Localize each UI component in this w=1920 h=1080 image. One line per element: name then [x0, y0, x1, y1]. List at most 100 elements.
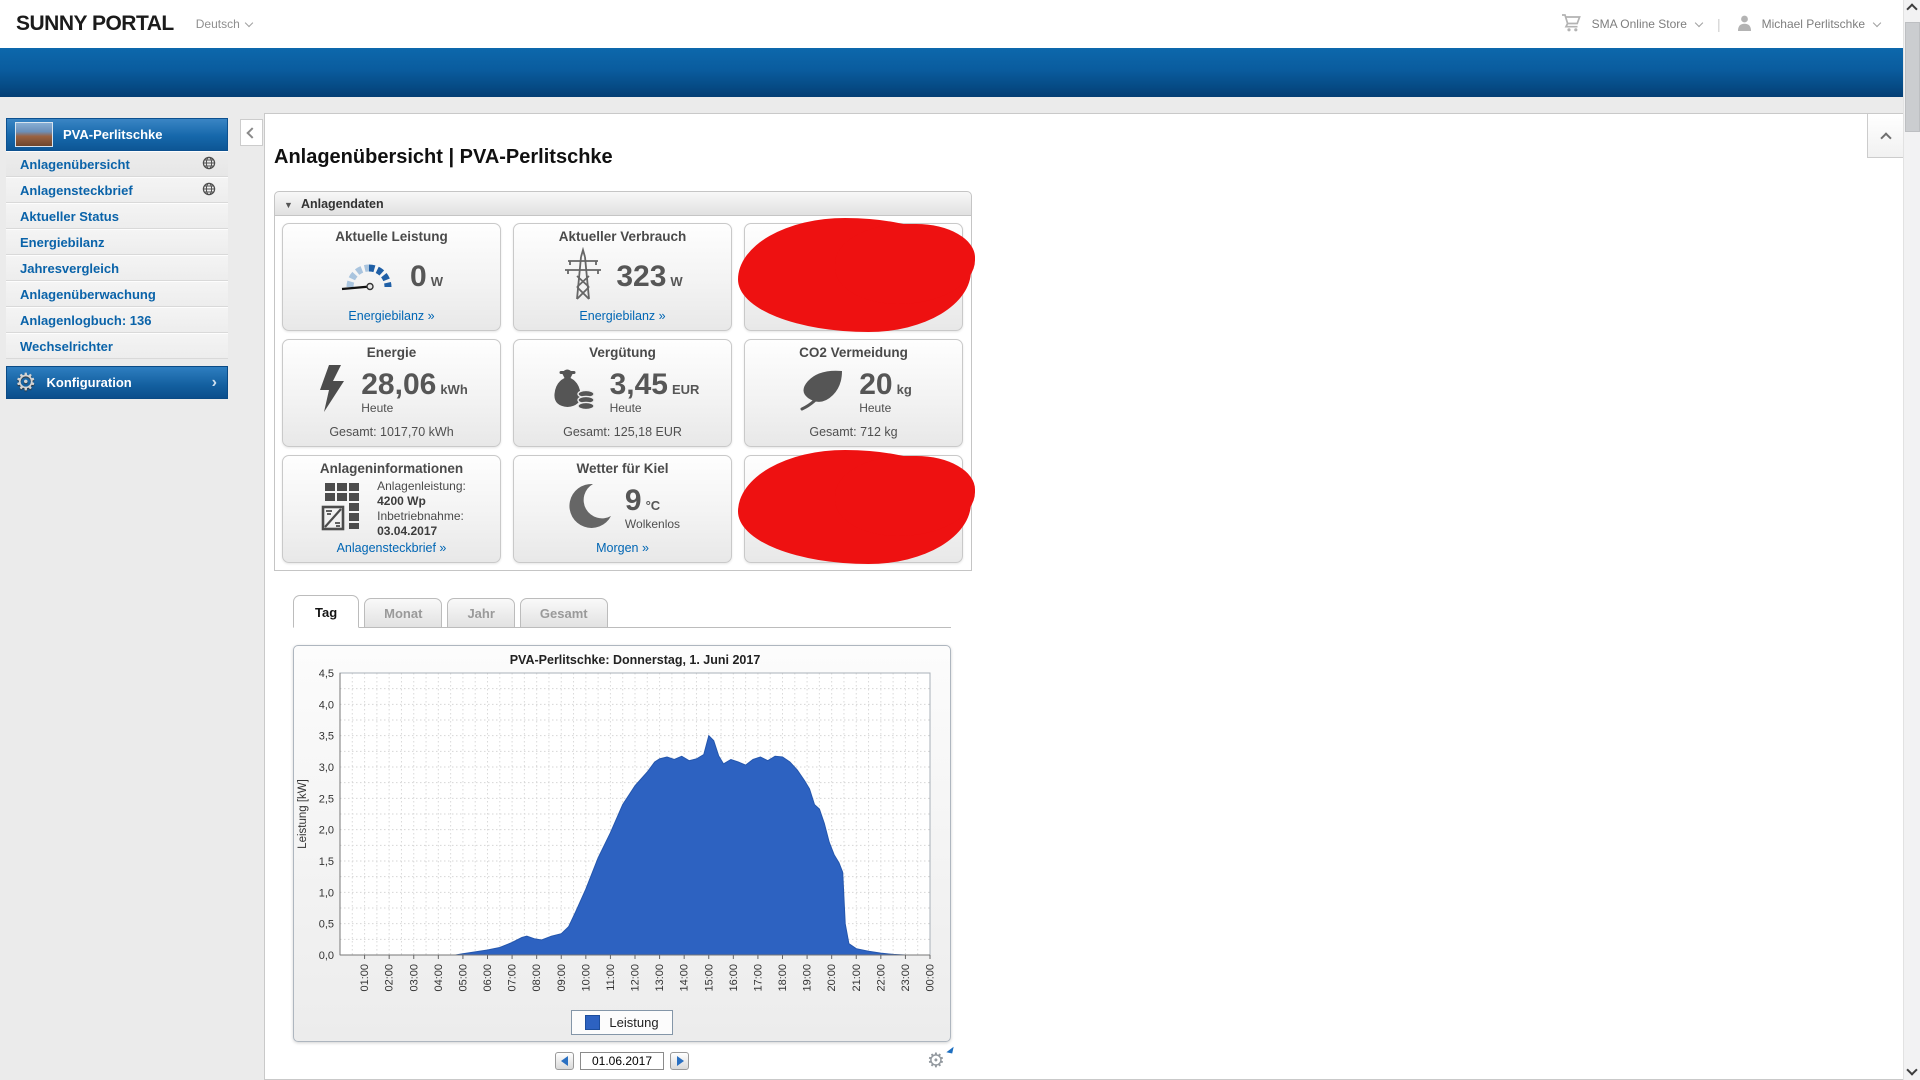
chevron-down-icon: [245, 18, 253, 26]
user-icon: [1736, 14, 1753, 35]
sidebar-item-label: Energiebilanz: [20, 235, 105, 250]
arrow-left-icon: [556, 1056, 568, 1066]
tab-monat[interactable]: Monat: [364, 598, 442, 628]
tile-title: Wetter für Kiel: [576, 461, 668, 476]
chart-settings-button[interactable]: ⚙: [927, 1048, 951, 1072]
sidebar-item-wechselrichter[interactable]: Wechselrichter: [6, 333, 228, 359]
date-input[interactable]: [580, 1052, 664, 1070]
tab-jahr[interactable]: Jahr: [447, 598, 514, 628]
tile-main: 3,45EURHeute: [520, 360, 725, 425]
scroll-down-arrow[interactable]: [1908, 1066, 1916, 1074]
power-chart: PVA-Perlitschke: Donnerstag, 1. Juni 201…: [294, 649, 950, 1006]
sidebar-item-jahresvergleich[interactable]: Jahresvergleich: [6, 255, 228, 281]
svg-text:09:00: 09:00: [556, 964, 568, 992]
tile-main: 28,06kWhHeute: [289, 360, 494, 425]
sidebar-item-anlagen-berwachung[interactable]: Anlagenüberwachung: [6, 281, 228, 307]
sidebar-item-anlagenlogbuch-136[interactable]: Anlagenlogbuch: 136: [6, 307, 228, 333]
tile-subtitle: Heute: [610, 401, 642, 415]
moon-icon: [565, 482, 613, 535]
tile-footer: Energiebilanz »: [348, 309, 434, 327]
prev-day-button[interactable]: [555, 1052, 574, 1070]
svg-text:4,0: 4,0: [319, 699, 334, 711]
chevron-down-icon: [1873, 18, 1881, 26]
tile-subtitle: Wolkenlos: [625, 517, 680, 531]
svg-text:23:00: 23:00: [900, 964, 912, 992]
tile-main: Anlagenleistung:4200 WpInbetriebnahme:03…: [289, 476, 494, 541]
tile-value: 3,45EUR: [610, 370, 700, 400]
tile-value: 9°C: [625, 486, 660, 516]
plant-name: PVA-Perlitschke: [63, 127, 162, 142]
svg-text:19:00: 19:00: [802, 964, 814, 992]
svg-text:11:00: 11:00: [605, 964, 617, 991]
tile-value: 323W: [616, 262, 682, 292]
tile-value-block: 0W: [410, 262, 443, 292]
tile-title: Aktuelle Leistung: [335, 229, 448, 244]
anlagendaten-header[interactable]: ▼ Anlagendaten: [274, 191, 972, 216]
scrollbar-thumb[interactable]: [1905, 22, 1920, 132]
tile-link[interactable]: Energiebilanz »: [348, 309, 434, 323]
sidebar-item-konfiguration[interactable]: ⚙ Konfiguration ›: [6, 366, 228, 399]
store-menu[interactable]: SMA Online Store: [1592, 17, 1687, 31]
collapse-sidebar-button[interactable]: [240, 119, 263, 146]
solar-panel-icon: [317, 481, 365, 536]
redaction-blob: [738, 450, 971, 564]
collapse-triangle-icon: ▼: [284, 200, 293, 210]
tile-subtitle: Heute: [859, 401, 891, 415]
sunny-portal-logo: SUNNY PORTAL: [16, 12, 174, 36]
chart-panel: PVA-Perlitschke: Donnerstag, 1. Juni 201…: [293, 645, 951, 1042]
sidebar-item-anlagen-bersicht[interactable]: Anlagenübersicht: [6, 151, 228, 177]
divider: |: [1717, 16, 1721, 32]
svg-text:07:00: 07:00: [507, 964, 519, 992]
svg-text:21:00: 21:00: [851, 964, 863, 992]
scroll-up-arrow[interactable]: [1908, 5, 1916, 13]
svg-text:22:00: 22:00: [875, 964, 887, 992]
tile-footer: Energiebilanz »: [579, 309, 665, 327]
svg-text:0,5: 0,5: [319, 919, 334, 931]
vertical-scrollbar[interactable]: [1903, 0, 1920, 1080]
next-day-button[interactable]: [670, 1052, 689, 1070]
export-arrow-icon: [946, 1045, 953, 1053]
tab-gesamt[interactable]: Gesamt: [520, 598, 608, 628]
sidebar-item-anlagensteckbrief[interactable]: Anlagensteckbrief: [6, 177, 228, 203]
svg-text:3,5: 3,5: [319, 731, 334, 743]
globe-icon: [202, 156, 216, 173]
svg-text:1,0: 1,0: [319, 887, 334, 899]
tile-link[interactable]: Anlagensteckbrief »: [337, 541, 447, 555]
tile-value-block: 323W: [616, 262, 682, 292]
tile-link[interactable]: Morgen »: [596, 541, 649, 555]
page-title: Anlagenübersicht | PVA-Perlitschke: [274, 146, 1904, 169]
sidebar-item-energiebilanz[interactable]: Energiebilanz: [6, 229, 228, 255]
tile-footer: Gesamt: 125,18 EUR: [563, 425, 682, 443]
svg-text:08:00: 08:00: [531, 964, 543, 992]
sidebar-item-label: Anlagenlogbuch: 136: [20, 313, 151, 328]
tile-footer: Anlagensteckbrief »: [337, 541, 447, 559]
collapse-panel-button[interactable]: [1867, 114, 1904, 158]
legend-label: Leistung: [609, 1015, 658, 1030]
chevron-down-icon: [1695, 18, 1703, 26]
chevron-right-icon: ›: [212, 374, 217, 392]
cart-icon: [1561, 13, 1583, 35]
chevron-up-icon: [1880, 132, 1891, 143]
sidebar-item-label: Anlagenübersicht: [20, 157, 130, 172]
tile-value: 0W: [410, 262, 443, 292]
redacted-tile: [744, 455, 963, 563]
bolt-icon: [315, 364, 349, 421]
svg-text:06:00: 06:00: [482, 964, 494, 992]
redacted-tile: [744, 223, 963, 331]
config-label: Konfiguration: [47, 375, 132, 390]
tile-energie: Energie28,06kWhHeuteGesamt: 1017,70 kWh: [282, 339, 501, 447]
tab-tag[interactable]: Tag: [293, 595, 359, 628]
tile-co2-vermeidung: CO2 Vermeidung20kgHeuteGesamt: 712 kg: [744, 339, 963, 447]
user-menu[interactable]: Michael Perlitschke: [1762, 17, 1865, 31]
language-dropdown[interactable]: Deutsch: [196, 17, 252, 31]
gauge-icon: [340, 251, 398, 302]
tile-subtitle: Heute: [361, 401, 393, 415]
sidebar: PVA-Perlitschke Anlagenübersicht Anlagens…: [6, 118, 228, 399]
svg-text:14:00: 14:00: [679, 964, 691, 992]
sidebar-item-aktueller-status[interactable]: Aktueller Status: [6, 203, 228, 229]
tile-main: 0W: [289, 244, 494, 309]
tile-link[interactable]: Energiebilanz »: [579, 309, 665, 323]
svg-text:PVA-Perlitschke: Donnerstag, 1: PVA-Perlitschke: Donnerstag, 1. Juni 201…: [510, 653, 761, 667]
svg-text:12:00: 12:00: [630, 964, 642, 992]
plant-header[interactable]: PVA-Perlitschke: [6, 118, 228, 151]
